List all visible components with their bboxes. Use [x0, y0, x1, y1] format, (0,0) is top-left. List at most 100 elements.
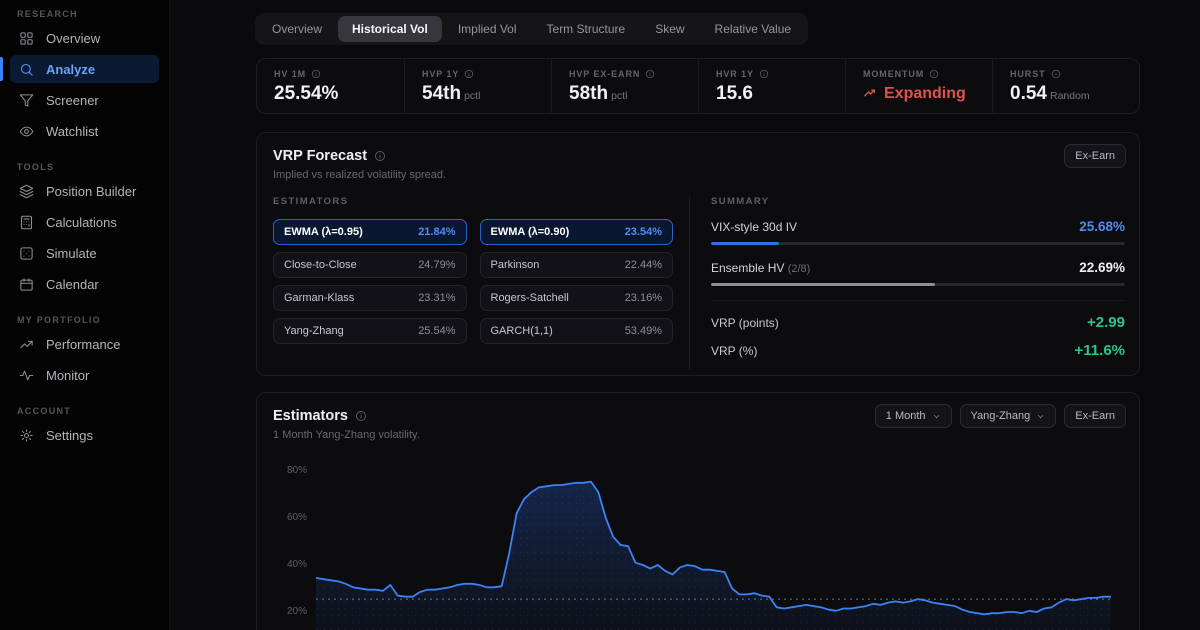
layers-icon	[19, 184, 34, 199]
estimator-dropdown[interactable]: Yang-Zhang	[960, 404, 1057, 428]
estimator-value: 24.79%	[418, 259, 455, 271]
sidebar-item-calculations[interactable]: Calculations	[10, 208, 159, 236]
sidebar-item-label: Overview	[46, 31, 100, 46]
estimator-dropdown-value: Yang-Zhang	[971, 410, 1031, 422]
sidebar-item-settings[interactable]: Settings	[10, 421, 159, 449]
estimator-row-close-to-close[interactable]: Close-to-Close 24.79%	[273, 252, 467, 278]
hv-value: 22.69%	[1079, 260, 1125, 275]
summary-panel: SUMMARY VIX-style 30d IV 25.68% Ensemble…	[690, 196, 1139, 370]
info-icon[interactable]	[1051, 69, 1061, 79]
eye-icon	[19, 124, 34, 139]
sidebar-item-analyze[interactable]: Analyze	[10, 55, 159, 83]
stat-suffix: pctl	[611, 90, 627, 102]
estimator-value: 25.54%	[418, 325, 455, 337]
trending-up-icon	[863, 87, 878, 102]
main-content: Overview Historical Vol Implied Vol Term…	[170, 0, 1200, 630]
iv-bar-track	[711, 242, 1125, 245]
estimator-value: 21.84%	[418, 226, 455, 238]
y-axis-tick: 80%	[257, 465, 307, 476]
estimator-row-yang-zhang[interactable]: Yang-Zhang25.54%	[273, 318, 467, 344]
estimator-row-garch[interactable]: GARCH(1,1)53.49%	[480, 318, 674, 344]
estimator-name: Close-to-Close	[284, 259, 357, 271]
app-root: RESEARCH Overview Analyze Screener Watch…	[0, 0, 1200, 630]
vrp-points-value: +2.99	[1087, 314, 1125, 331]
tab-historical-vol[interactable]: Historical Vol	[338, 16, 442, 42]
estimator-row-parkinson[interactable]: Parkinson22.44%	[480, 252, 674, 278]
sidebar-item-label: Performance	[46, 337, 120, 352]
tab-term-structure[interactable]: Term Structure	[533, 16, 640, 42]
card-title: Estimators	[273, 408, 348, 424]
tab-relative-value[interactable]: Relative Value	[701, 16, 806, 42]
sidebar-item-label: Monitor	[46, 368, 89, 383]
iv-bar-fill	[711, 242, 779, 245]
stat-suffix: pctl	[464, 90, 480, 102]
info-icon[interactable]	[645, 69, 655, 79]
stat-label: HVR 1Y	[716, 69, 754, 79]
stat-value: 25.54%	[274, 83, 404, 105]
hv-note: (2/8)	[788, 263, 811, 275]
sidebar-item-watchlist[interactable]: Watchlist	[10, 117, 159, 145]
info-icon[interactable]	[311, 69, 321, 79]
sidebar-item-label: Simulate	[46, 246, 97, 261]
vrp-points-label: VRP (points)	[711, 316, 779, 330]
section-label-account: ACCOUNT	[0, 401, 169, 421]
estimators-section-label: ESTIMATORS	[273, 196, 673, 207]
ex-earn-toggle[interactable]: Ex-Earn	[1064, 144, 1126, 168]
tab-implied-vol[interactable]: Implied Vol	[444, 16, 531, 42]
estimators-chart-card: Estimators 1 Month Yang-Zhang volatility…	[256, 392, 1140, 630]
stat-label: MOMENTUM	[863, 69, 924, 79]
estimator-value: 23.54%	[625, 226, 662, 238]
hv-summary-row: Ensemble HV (2/8) 22.69%	[711, 260, 1125, 286]
y-axis-tick: 40%	[257, 559, 307, 570]
card-subtitle: 1 Month Yang-Zhang volatility.	[273, 429, 1123, 441]
vrp-percent-row: VRP (%) +11.6%	[711, 342, 1125, 359]
estimator-row-rogers-satchell[interactable]: Rogers-Satchell 23.16%	[480, 285, 674, 311]
info-icon[interactable]	[355, 410, 367, 422]
sidebar-item-label: Calculations	[46, 215, 117, 230]
sidebar-item-calendar[interactable]: Calendar	[10, 270, 159, 298]
sidebar-item-label: Calendar	[46, 277, 99, 292]
chart-plot-area[interactable]	[316, 453, 1111, 630]
vrp-percent-value: +11.6%	[1075, 342, 1125, 359]
estimator-row-ewma-095[interactable]: EWMA (λ=0.95)21.84%	[273, 219, 467, 245]
active-indicator	[0, 57, 3, 81]
estimator-row-garman-klass[interactable]: Garman-Klass23.31%	[273, 285, 467, 311]
info-icon[interactable]	[929, 69, 939, 79]
tab-skew[interactable]: Skew	[641, 16, 698, 42]
calendar-icon	[19, 277, 34, 292]
info-icon[interactable]	[464, 69, 474, 79]
horizontal-divider	[711, 300, 1125, 301]
tab-overview[interactable]: Overview	[258, 16, 336, 42]
funnel-icon	[19, 93, 34, 108]
estimator-value: 23.16%	[625, 292, 662, 304]
period-dropdown[interactable]: 1 Month	[875, 404, 952, 428]
stat-hvp-1y: HVP 1Y 54thpctl	[404, 59, 551, 113]
estimator-name: Rogers-Satchell	[491, 292, 569, 304]
estimator-row-ewma-090[interactable]: EWMA (λ=0.90)23.54%	[480, 219, 674, 245]
sidebar-item-screener[interactable]: Screener	[10, 86, 159, 114]
card-title: VRP Forecast	[273, 148, 367, 164]
info-icon[interactable]	[374, 150, 386, 162]
estimator-name: GARCH(1,1)	[491, 325, 553, 337]
sidebar-item-simulate[interactable]: Simulate	[10, 239, 159, 267]
sidebar-item-monitor[interactable]: Monitor	[10, 361, 159, 389]
y-axis-tick: 60%	[257, 512, 307, 523]
search-icon	[19, 62, 34, 77]
period-dropdown-value: 1 Month	[886, 410, 926, 422]
ex-earn-toggle[interactable]: Ex-Earn	[1064, 404, 1126, 428]
info-icon[interactable]	[759, 69, 769, 79]
card-subtitle: Implied vs realized volatility spread.	[273, 169, 1123, 181]
stat-value: 54th	[422, 83, 461, 104]
sidebar-item-label: Watchlist	[46, 124, 98, 139]
sidebar-item-overview[interactable]: Overview	[10, 24, 159, 52]
stat-value: Expanding	[884, 85, 966, 103]
sidebar-section-account: ACCOUNT Settings	[0, 401, 169, 449]
stat-label: HV 1M	[274, 69, 306, 79]
estimator-name: Garman-Klass	[284, 292, 354, 304]
sidebar-item-performance[interactable]: Performance	[10, 330, 159, 358]
dice-icon	[19, 246, 34, 261]
sidebar-item-label: Settings	[46, 428, 93, 443]
sidebar-item-position-builder[interactable]: Position Builder	[10, 177, 159, 205]
sidebar-item-label: Analyze	[46, 62, 95, 77]
chart-area-texture	[316, 482, 1111, 630]
